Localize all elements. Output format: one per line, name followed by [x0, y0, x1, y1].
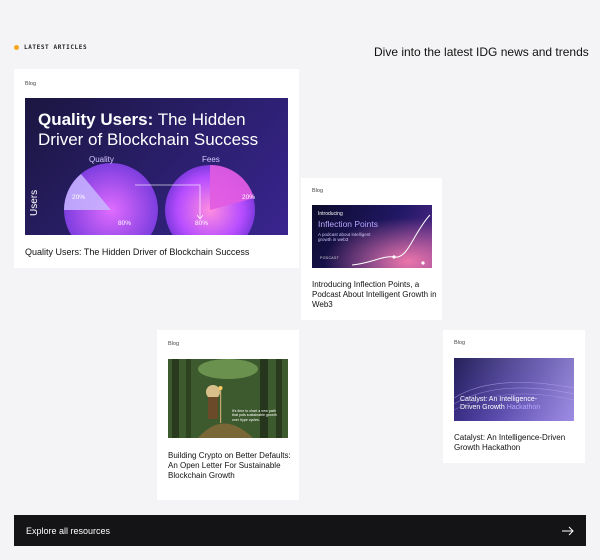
section-label-text: LATEST ARTICLES — [24, 44, 88, 51]
tagline: Dive into the latest IDG news and trends — [374, 45, 589, 59]
arrow-right-icon — [562, 526, 574, 535]
explore-all-resources-button[interactable]: Explore all resources — [14, 515, 586, 546]
article-card-building-crypto[interactable]: Blog It's time to chart a new path that … — [157, 330, 299, 500]
pct-quality-large: 80% — [118, 220, 132, 227]
card-thumbnail: It's time to chart a new path that puts … — [168, 359, 288, 438]
card-thumbnail: Quality Users: The Hidden Driver of Bloc… — [25, 98, 288, 235]
card-category: Blog — [168, 341, 180, 347]
label-fees: Fees — [202, 155, 220, 164]
forest-illustration — [168, 359, 288, 438]
label-quality: Quality — [89, 155, 114, 164]
card-category: Blog — [312, 188, 324, 194]
card-category: Blog — [454, 340, 466, 346]
thumb-heading: Catalyst: An Intelligence- Driven Growth… — [460, 396, 541, 412]
pct-fees-small: 20% — [242, 194, 256, 201]
thumb-tag: PODCAST — [320, 256, 340, 260]
explore-label: Explore all resources — [26, 525, 111, 536]
article-card-inflection-points[interactable]: Blog Introducing Inflection Points A pod… — [301, 178, 442, 320]
orange-dot-icon — [14, 45, 19, 50]
thumb-kicker: Introducing — [318, 211, 343, 217]
article-card-quality-users[interactable]: Blog Quality Users: The Hidden Driver of… — [14, 69, 299, 268]
card-title: Catalyst: An Intelligence-Driven Growth … — [454, 433, 566, 452]
pct-quality-small: 20% — [72, 194, 86, 201]
article-card-catalyst[interactable]: Blog Catalyst: An Intelligence- Driven G… — [443, 330, 585, 463]
thumb-subheading: A podcast about intelligent growth in we… — [318, 232, 371, 243]
thumb-overlay-text: It's time to chart a new path that puts … — [232, 409, 277, 422]
thumb-heading: Quality Users: The Hidden Driver of Bloc… — [38, 110, 259, 150]
card-category: Blog — [25, 81, 37, 87]
card-title: Introducing Inflection Points, a Podcast… — [312, 280, 437, 309]
card-title: Quality Users: The Hidden Driver of Bloc… — [25, 247, 250, 257]
card-thumbnail: Introducing Inflection Points A podcast … — [312, 205, 432, 268]
pct-fees-large: 80% — [195, 220, 209, 227]
card-thumbnail: Catalyst: An Intelligence- Driven Growth… — [454, 358, 574, 421]
label-users: Users — [29, 189, 40, 216]
card-title: Building Crypto on Better Defaults: An O… — [168, 451, 291, 480]
section-label: LATEST ARTICLES — [14, 44, 87, 51]
thumb-heading: Inflection Points — [318, 219, 379, 229]
